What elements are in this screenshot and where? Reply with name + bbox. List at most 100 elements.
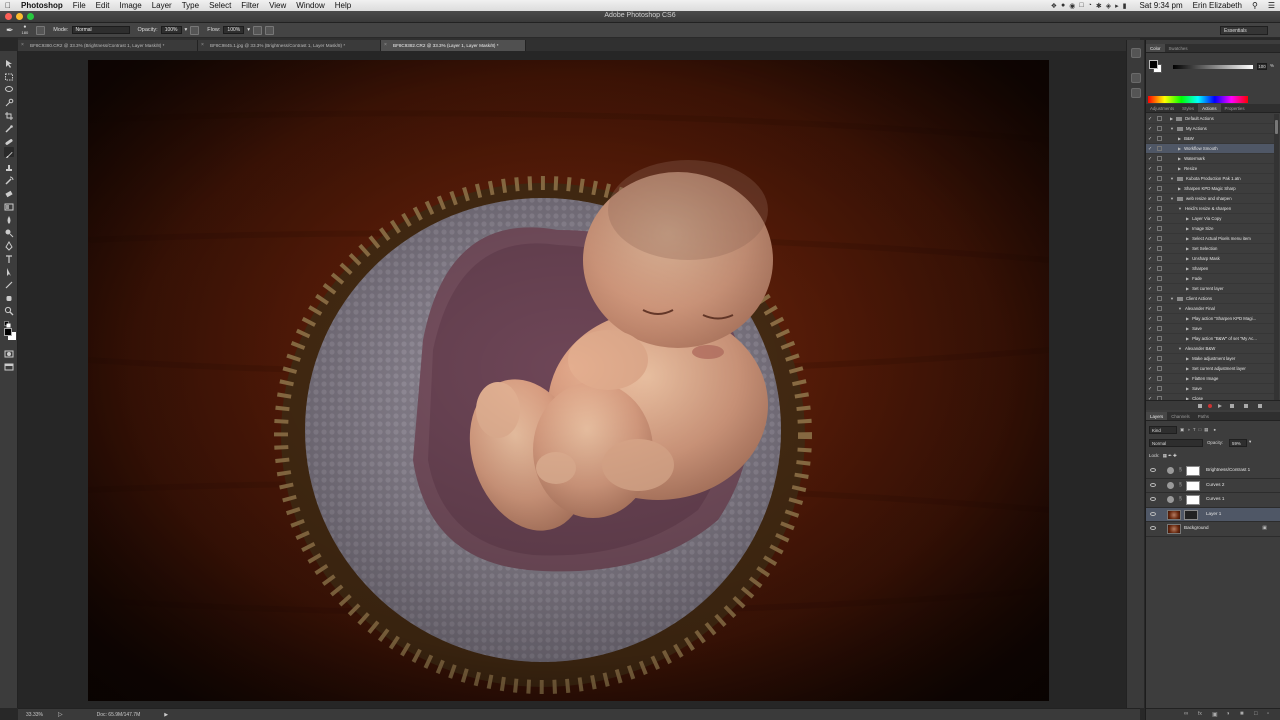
toggle-dialog-icon[interactable]: [1157, 316, 1162, 321]
delete-action-icon[interactable]: [1258, 404, 1262, 408]
expand-triangle-icon[interactable]: ▶: [1186, 376, 1189, 381]
toggle-item-check-icon[interactable]: ✓: [1148, 124, 1154, 134]
close-tab-icon[interactable]: ×: [384, 40, 387, 51]
time-machine-icon[interactable]: ◔: [1088, 2, 1092, 10]
toggle-item-check-icon[interactable]: ✓: [1148, 144, 1154, 154]
brush-presets-panel-icon[interactable]: [1131, 73, 1141, 83]
filter-adjustment-icon[interactable]: ◑: [1187, 427, 1190, 432]
blur-tool-icon[interactable]: [4, 212, 14, 224]
mask-link-icon[interactable]: §: [1179, 496, 1182, 502]
tab-styles[interactable]: Styles: [1178, 104, 1198, 112]
menu-view[interactable]: View: [264, 0, 291, 11]
collapse-triangle-icon[interactable]: ▼: [1178, 206, 1182, 211]
menu-image[interactable]: Image: [114, 0, 146, 11]
doc-tab-3-active[interactable]: × BF8C9382.CR2 @ 33.3% (Layer 1, Layer M…: [381, 40, 526, 51]
action-item[interactable]: ✓ ▶ B&W: [1146, 134, 1274, 144]
eyedropper-tool-icon[interactable]: [4, 121, 14, 133]
layer-opacity-field[interactable]: 59%: [1229, 439, 1247, 447]
new-set-icon[interactable]: [1230, 404, 1234, 408]
toggle-dialog-icon[interactable]: [1157, 326, 1162, 331]
tab-swatches[interactable]: Swatches: [1165, 44, 1192, 52]
layer-row[interactable]: § Curves 2: [1146, 479, 1280, 493]
menu-edit[interactable]: Edit: [91, 0, 115, 11]
toggle-dialog-icon[interactable]: [1157, 146, 1162, 151]
toggle-dialog-icon[interactable]: [1157, 166, 1162, 171]
color-spectrum-ramp[interactable]: [1148, 96, 1248, 103]
menu-select[interactable]: Select: [204, 0, 236, 11]
toggle-dialog-icon[interactable]: [1157, 156, 1162, 161]
layer-row[interactable]: § Curves 1: [1146, 493, 1280, 508]
bluetooth-icon[interactable]: ✱: [1096, 2, 1102, 10]
toggle-item-check-icon[interactable]: ✓: [1148, 264, 1154, 274]
expand-triangle-icon[interactable]: ▶: [1186, 386, 1189, 391]
gradient-tool-icon[interactable]: [4, 199, 14, 211]
tab-layers[interactable]: Layers: [1146, 412, 1168, 420]
layer-thumbnail[interactable]: [1167, 524, 1181, 534]
expand-triangle-icon[interactable]: ▶: [1186, 226, 1189, 231]
action-item[interactable]: ✓ ▼ Kubota Production Pak 1.atn: [1146, 174, 1274, 184]
notification-center-icon[interactable]: ☰: [1263, 0, 1280, 11]
toggle-item-check-icon[interactable]: ✓: [1148, 364, 1154, 374]
action-item[interactable]: ✓ ▶ Save: [1146, 384, 1274, 394]
toggle-item-check-icon[interactable]: ✓: [1148, 324, 1154, 334]
toggle-dialog-icon[interactable]: [1157, 176, 1162, 181]
tab-channels[interactable]: Channels: [1167, 412, 1194, 420]
expand-triangle-icon[interactable]: ▶: [1186, 246, 1189, 251]
action-item[interactable]: ✓ ▼ Alexander Final: [1146, 304, 1274, 314]
expand-triangle-icon[interactable]: ▶: [1186, 216, 1189, 221]
blend-mode-select[interactable]: Normal: [1149, 439, 1203, 447]
action-item[interactable]: ✓ ▶ Play action "B&W" of set "My Ac...: [1146, 334, 1274, 344]
action-item[interactable]: ✓ ▶ Fade: [1146, 274, 1274, 284]
toggle-dialog-icon[interactable]: [1157, 126, 1162, 131]
toggle-item-check-icon[interactable]: ✓: [1148, 214, 1154, 224]
visibility-eye-icon[interactable]: [1150, 526, 1156, 530]
wifi-icon[interactable]: ◈: [1106, 2, 1111, 10]
lock-image-icon[interactable]: ✒: [1168, 453, 1172, 458]
collapse-triangle-icon[interactable]: ▼: [1178, 346, 1182, 351]
menu-filter[interactable]: Filter: [236, 0, 264, 11]
toggle-item-check-icon[interactable]: ✓: [1148, 294, 1154, 304]
toggle-dialog-icon[interactable]: [1157, 276, 1162, 281]
action-item[interactable]: ✓ ▶ Image Size: [1146, 224, 1274, 234]
mask-link-icon[interactable]: §: [1179, 467, 1182, 473]
tab-color[interactable]: Color: [1146, 44, 1165, 52]
action-item[interactable]: ✓ ▶ Workflow Smooth: [1146, 144, 1274, 154]
expand-triangle-icon[interactable]: ▶: [1186, 356, 1189, 361]
toggle-dialog-icon[interactable]: [1157, 286, 1162, 291]
expand-triangle-icon[interactable]: ▶: [1186, 236, 1189, 241]
layer-filter-kind[interactable]: Kind: [1149, 425, 1177, 434]
layer-mask-thumbnail[interactable]: [1186, 466, 1200, 476]
type-tool-icon[interactable]: [4, 251, 14, 263]
opacity-slider-arrow-icon[interactable]: ▾: [1249, 439, 1251, 445]
action-item[interactable]: ✓ ▶ Set current adjustment layer: [1146, 364, 1274, 374]
toggle-dialog-icon[interactable]: [1157, 296, 1162, 301]
toggle-item-check-icon[interactable]: ✓: [1148, 204, 1154, 214]
visibility-eye-icon[interactable]: [1150, 497, 1156, 501]
workspace-switcher[interactable]: Essentials: [1220, 26, 1268, 35]
opacity-dropdown-icon[interactable]: ▾: [185, 27, 188, 33]
zoom-tool-icon[interactable]: [4, 303, 14, 316]
layer-mask-thumbnail[interactable]: [1186, 495, 1200, 505]
mask-link-icon[interactable]: §: [1179, 482, 1182, 488]
clone-source-panel-icon[interactable]: [1131, 88, 1141, 98]
lock-icon[interactable]: ◉: [1069, 2, 1075, 10]
adjustment-layer-icon[interactable]: [1167, 481, 1174, 489]
toggle-dialog-icon[interactable]: [1157, 356, 1162, 361]
lock-transparent-icon[interactable]: ▦: [1163, 453, 1167, 458]
layer-style-icon[interactable]: fx: [1198, 711, 1202, 717]
action-item[interactable]: ✓ ▶ Make adjustment layer: [1146, 354, 1274, 364]
action-item[interactable]: ✓ ▶ Set Selection: [1146, 244, 1274, 254]
layer-row[interactable]: § Brightness/Contrast 1: [1146, 464, 1280, 479]
brush-panel-toggle-icon[interactable]: [36, 25, 46, 35]
expand-triangle-icon[interactable]: ▶: [1186, 256, 1189, 261]
toggle-item-check-icon[interactable]: ✓: [1148, 284, 1154, 294]
expand-triangle-icon[interactable]: ▶: [1186, 276, 1189, 281]
crop-tool-icon[interactable]: [4, 108, 14, 120]
toggle-dialog-icon[interactable]: [1157, 226, 1162, 231]
toggle-item-check-icon[interactable]: ✓: [1148, 114, 1154, 124]
collapse-triangle-icon[interactable]: ▼: [1170, 126, 1174, 131]
expand-triangle-icon[interactable]: ▶: [1178, 166, 1181, 171]
toggle-item-check-icon[interactable]: ✓: [1148, 334, 1154, 344]
action-item[interactable]: ✓ ▶ Default Actions: [1146, 114, 1274, 124]
toggle-dialog-icon[interactable]: [1157, 206, 1162, 211]
